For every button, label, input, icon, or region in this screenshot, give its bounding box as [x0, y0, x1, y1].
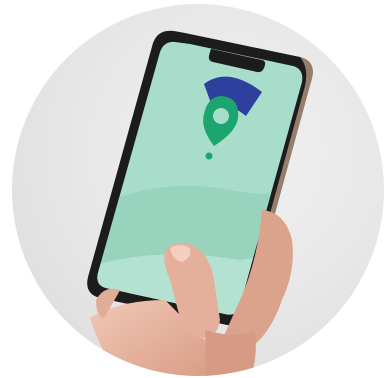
phone-illustration: [87, 30, 313, 376]
photo-circle-mask: [12, 4, 384, 376]
hand-wrist: [205, 330, 256, 376]
photo-stage: [0, 0, 391, 378]
scene: [12, 4, 384, 376]
